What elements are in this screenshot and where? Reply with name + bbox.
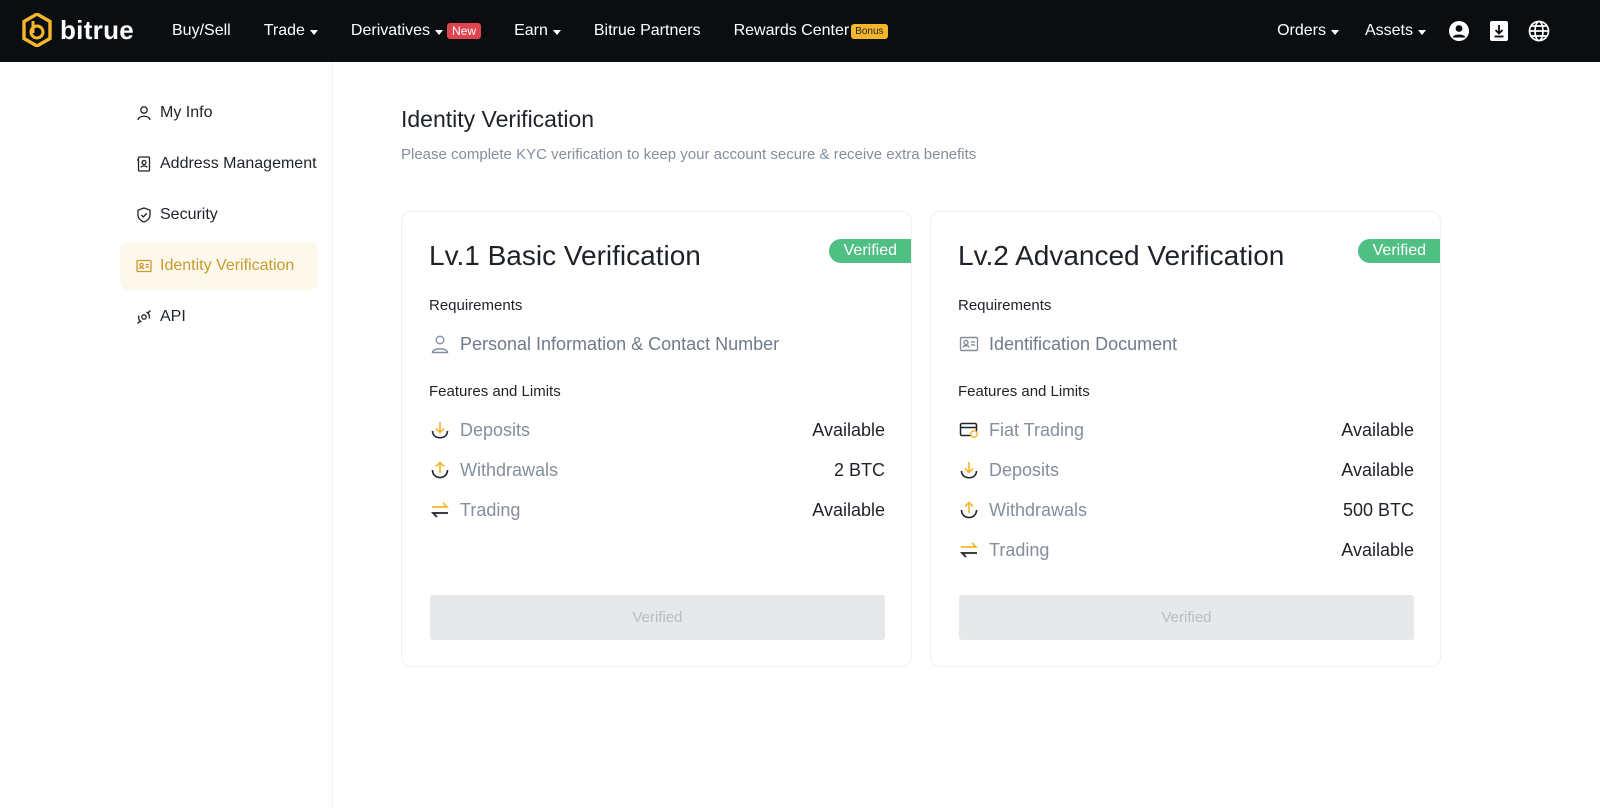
nav-buy-sell[interactable]: Buy/Sell xyxy=(172,22,231,40)
requirement-item: Identification Document xyxy=(958,333,1177,355)
caret-down-icon xyxy=(1330,29,1339,35)
feature-row: Deposits Available xyxy=(429,417,885,443)
requirement-text: Personal Information & Contact Number xyxy=(460,333,780,354)
sidebar-item-label: Address Management xyxy=(160,155,317,172)
feature-name: Trading xyxy=(989,539,1050,560)
bonus-badge: Bonus xyxy=(851,23,888,39)
caret-down-icon xyxy=(435,29,444,35)
nav-derivatives[interactable]: Derivatives New xyxy=(350,22,482,40)
feature-value: 2 BTC xyxy=(833,459,885,480)
brand-name: bitrue xyxy=(60,14,135,45)
caret-down-icon xyxy=(1418,29,1426,35)
nav-bitrue-partners[interactable]: Bitrue Partners xyxy=(594,22,701,40)
sidebar-item-label: Security xyxy=(160,206,218,223)
advanced-verification-card: Lv.2 Advanced Verification Verified Requ… xyxy=(930,211,1441,667)
features-label: Features and Limits xyxy=(958,383,1090,400)
nav-rewards-center-label: Rewards Center xyxy=(733,22,850,39)
nav-earn[interactable]: Earn xyxy=(514,22,561,40)
feature-value: Available xyxy=(812,499,885,520)
status-badge: Verified xyxy=(828,239,911,263)
feature-name: Withdrawals xyxy=(989,499,1088,520)
id-document-icon xyxy=(958,333,980,355)
sidebar: My Info Address Management Security Iden… xyxy=(0,62,333,808)
withdrawal-icon xyxy=(429,459,451,481)
user-icon[interactable] xyxy=(1448,20,1470,42)
top-navigation: bitrue Buy/Sell Trade Derivatives New Ea… xyxy=(0,0,1600,62)
feature-name: Deposits xyxy=(989,459,1060,480)
card-title: Lv.2 Advanced Verification xyxy=(958,240,1285,271)
nav-bitrue-partners-label: Bitrue Partners xyxy=(593,22,701,39)
requirements-label: Requirements xyxy=(958,297,1052,314)
shield-icon xyxy=(136,207,152,223)
nav-earn-label: Earn xyxy=(514,22,548,39)
nav-orders[interactable]: Orders xyxy=(1277,22,1339,40)
swap-icon xyxy=(429,499,451,521)
nav-buy-sell-label: Buy/Sell xyxy=(172,22,231,39)
bitrue-logo-icon xyxy=(22,13,52,47)
feature-row: Fiat Trading Available xyxy=(958,417,1414,443)
download-icon[interactable] xyxy=(1488,20,1510,42)
feature-row: Withdrawals 500 BTC xyxy=(958,497,1414,523)
caret-down-icon xyxy=(552,29,561,35)
sidebar-item-security[interactable]: Security xyxy=(120,191,318,239)
id-card-icon xyxy=(136,258,152,274)
nav-assets[interactable]: Assets xyxy=(1365,22,1426,40)
sidebar-item-label: My Info xyxy=(160,104,213,121)
feature-value: Available xyxy=(1341,539,1414,560)
feature-row: Trading Available xyxy=(958,537,1414,563)
sidebar-item-label: Identity Verification xyxy=(160,257,295,274)
nav-right: Orders Assets xyxy=(1277,0,1550,62)
swap-icon xyxy=(958,539,980,561)
nav-trade[interactable]: Trade xyxy=(264,22,318,40)
api-icon xyxy=(136,309,152,325)
feature-name: Withdrawals xyxy=(460,459,559,480)
nav-rewards-center[interactable]: Rewards Center Bonus xyxy=(734,22,888,40)
basic-verification-card: Lv.1 Basic Verification Verified Require… xyxy=(401,211,912,667)
status-badge: Verified xyxy=(1357,239,1440,263)
globe-icon[interactable] xyxy=(1528,20,1550,42)
deposit-icon xyxy=(958,459,980,481)
verified-button[interactable]: Verified xyxy=(430,595,885,640)
feature-value: Available xyxy=(1341,419,1414,440)
deposit-icon xyxy=(429,419,451,441)
feature-row: Trading Available xyxy=(429,497,885,523)
verified-button[interactable]: Verified xyxy=(959,595,1414,640)
nav-orders-label: Orders xyxy=(1277,22,1326,39)
requirement-item: Personal Information & Contact Number xyxy=(429,333,779,355)
nav-assets-label: Assets xyxy=(1364,22,1413,39)
feature-name: Trading xyxy=(460,499,521,520)
user-icon xyxy=(136,105,152,121)
requirements-label: Requirements xyxy=(429,297,523,314)
address-book-icon xyxy=(136,156,152,172)
sidebar-item-my-info[interactable]: My Info xyxy=(120,89,318,137)
brand-logo[interactable]: bitrue xyxy=(22,13,134,47)
nav-derivatives-label: Derivatives xyxy=(350,22,431,39)
sidebar-item-address-management[interactable]: Address Management xyxy=(120,140,318,188)
nav-trade-label: Trade xyxy=(263,22,305,39)
card-title: Lv.1 Basic Verification xyxy=(429,240,701,271)
features-label: Features and Limits xyxy=(429,383,561,400)
page-title: Identity Verification xyxy=(401,106,595,132)
sidebar-item-label: API xyxy=(160,308,186,325)
page-subtitle: Please complete KYC verification to keep… xyxy=(401,146,977,163)
sidebar-item-api[interactable]: API xyxy=(120,293,318,341)
fiat-card-icon xyxy=(958,419,980,441)
feature-row: Withdrawals 2 BTC xyxy=(429,457,885,483)
feature-value: 500 BTC xyxy=(1342,499,1414,520)
new-badge: New xyxy=(447,23,482,39)
nav-menu: Buy/Sell Trade Derivatives New Earn Bitr… xyxy=(172,0,921,62)
feature-value: Available xyxy=(1341,459,1414,480)
person-icon xyxy=(429,333,451,355)
feature-value: Available xyxy=(812,419,885,440)
feature-row: Deposits Available xyxy=(958,457,1414,483)
sidebar-item-identity-verification[interactable]: Identity Verification xyxy=(120,242,318,290)
withdrawal-icon xyxy=(958,499,980,521)
requirement-text: Identification Document xyxy=(989,333,1178,354)
feature-name: Deposits xyxy=(460,419,531,440)
feature-name: Fiat Trading xyxy=(989,419,1085,440)
caret-down-icon xyxy=(309,29,318,35)
